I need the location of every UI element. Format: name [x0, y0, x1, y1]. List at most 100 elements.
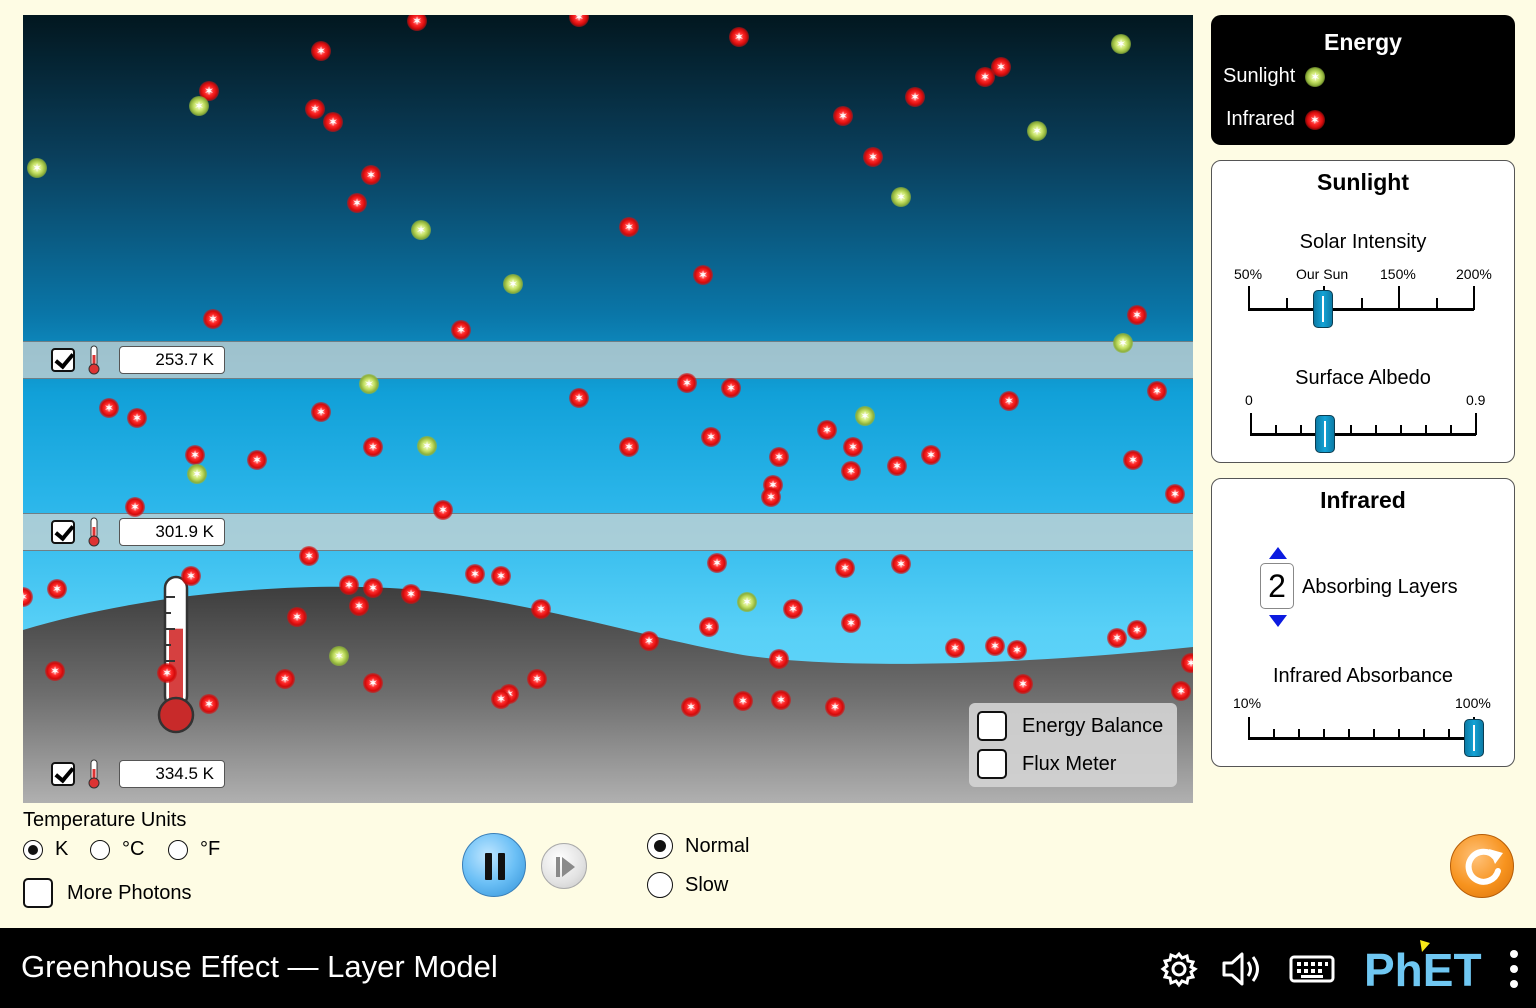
unit-option-k[interactable]: K	[23, 838, 68, 861]
sunlight-photon-icon	[503, 274, 523, 294]
energy-balance-checkbox[interactable]	[977, 711, 1007, 741]
speed-label-slow: Slow	[685, 873, 729, 896]
flux-meter-checkbox[interactable]	[977, 749, 1007, 779]
absorbing-layers-label: Absorbing Layers	[1302, 576, 1458, 598]
kebab-menu-icon[interactable]	[1506, 948, 1522, 992]
phet-logo[interactable]: PhET	[1364, 940, 1496, 992]
sunlight-photon-icon	[891, 187, 911, 207]
sim-options-panel: Energy Balance Flux Meter	[969, 703, 1177, 787]
keyboard-icon[interactable]	[1288, 952, 1336, 986]
infrared-photon-icon	[299, 546, 319, 566]
infrared-photon-icon	[199, 694, 219, 714]
reset-all-button[interactable]	[1450, 834, 1514, 898]
infrared-photon-icon	[99, 398, 119, 418]
surface-temperature-readout: 334.5 K	[119, 760, 225, 788]
pause-icon	[498, 853, 505, 880]
energy-balance-label: Energy Balance	[1022, 714, 1164, 737]
infrared-photon-icon	[157, 663, 177, 683]
sunlight-photon-icon	[359, 374, 379, 394]
phet-logo-text: PhET	[1364, 944, 1482, 992]
infrared-absorbance-track[interactable]	[1248, 737, 1474, 740]
unit-radio-k[interactable]	[23, 839, 43, 860]
speed-radio-slow[interactable]	[647, 872, 673, 898]
infrared-photon-icon	[1127, 305, 1147, 325]
settings-gear-icon[interactable]	[1160, 950, 1198, 988]
legend-sunlight-label: Sunlight	[1223, 65, 1296, 87]
more-photons-checkbox[interactable]	[23, 878, 53, 908]
infrared-photon-icon	[677, 373, 697, 393]
legend-infrared-label: Infrared	[1226, 108, 1295, 130]
thermometer-icon	[88, 759, 100, 789]
infrared-photon-icon	[401, 584, 421, 604]
absorbance-min-label: 10%	[1233, 695, 1262, 711]
slider-tick	[1300, 425, 1302, 435]
slider-tick	[1473, 286, 1475, 310]
infrared-photon-icon	[363, 578, 383, 598]
infrared-photon-icon	[323, 112, 343, 132]
reset-icon	[1465, 848, 1503, 885]
unit-radio-f[interactable]	[168, 839, 188, 860]
sunlight-photon-icon	[27, 158, 47, 178]
slider-tick	[1250, 413, 1252, 435]
infrared-photon-icon	[491, 689, 511, 709]
layer-1-controls: 253.7 K	[51, 345, 225, 375]
sunlight-photon-icon	[1305, 66, 1326, 87]
legend-infrared-row: Infrared	[1226, 108, 1325, 131]
unit-option-f[interactable]: °F	[168, 838, 220, 861]
more-photons-option[interactable]: More Photons	[23, 878, 192, 908]
step-forward-button[interactable]	[541, 843, 587, 889]
infrared-photon-icon	[891, 554, 911, 574]
solar-tick-label: Our Sun	[1296, 266, 1349, 282]
sunlight-photon-icon	[417, 436, 437, 456]
infrared-photon-icon	[693, 265, 713, 285]
layer-1-thermometer-checkbox[interactable]	[51, 348, 75, 372]
speed-radio-normal[interactable]	[647, 833, 673, 859]
infrared-absorbance-thumb[interactable]	[1464, 719, 1484, 757]
pause-button[interactable]	[462, 833, 526, 897]
simulation-play-area: 253.7 K 301.9 K 334.5 K ✶ ✶ ✶ ✶ ✶ ✶ ✶ ✶ …	[23, 15, 1193, 803]
infrared-photon-icon	[527, 669, 547, 689]
thermometer-icon	[88, 517, 100, 547]
layer-2-temperature-readout: 301.9 K	[119, 518, 225, 546]
slider-tick	[1373, 729, 1375, 739]
sunlight-photon-icon	[411, 220, 431, 240]
infrared-photon-icon	[531, 599, 551, 619]
speed-option-slow[interactable]: Slow	[647, 872, 728, 898]
infrared-photon-icon	[361, 165, 381, 185]
albedo-min-label: 0	[1245, 392, 1253, 408]
slider-tick	[1275, 425, 1277, 435]
infrared-photon-icon	[729, 27, 749, 47]
decrement-arrow-icon[interactable]	[1269, 615, 1287, 627]
slider-tick	[1348, 729, 1350, 739]
layer-2-thermometer-checkbox[interactable]	[51, 520, 75, 544]
surface-thermometer-checkbox[interactable]	[51, 762, 75, 786]
absorbing-layers-spinner[interactable]: 2	[1260, 563, 1294, 609]
infrared-photon-icon	[363, 673, 383, 693]
surface-albedo-label: Surface Albedo	[1295, 367, 1431, 389]
sound-speaker-icon[interactable]	[1220, 950, 1268, 988]
energy-balance-option[interactable]: Energy Balance	[977, 711, 1163, 741]
navigation-bar: Greenhouse Effect — Layer Model PhET	[0, 928, 1536, 1008]
infrared-photon-icon	[465, 564, 485, 584]
slider-tick	[1248, 286, 1250, 310]
increment-arrow-icon[interactable]	[1269, 547, 1287, 559]
unit-option-c[interactable]: °C	[90, 838, 144, 861]
sunlight-photon-icon	[1111, 34, 1131, 54]
surface-albedo-track[interactable]	[1250, 433, 1476, 436]
infrared-photon-icon	[491, 566, 511, 586]
infrared-photon-icon	[887, 456, 907, 476]
unit-radio-c[interactable]	[90, 839, 110, 860]
sunlight-photon-icon	[329, 646, 349, 666]
speed-option-normal[interactable]: Normal	[647, 833, 749, 859]
infrared-photon-icon	[287, 607, 307, 627]
flux-meter-option[interactable]: Flux Meter	[977, 749, 1116, 779]
thermometer-icon	[88, 345, 100, 375]
infrared-photon-icon	[699, 617, 719, 637]
slider-tick	[1286, 298, 1288, 310]
solar-intensity-thumb[interactable]	[1313, 290, 1334, 328]
more-photons-label: More Photons	[67, 881, 192, 904]
infrared-photon-icon	[619, 217, 639, 237]
infrared-photon-icon	[771, 690, 791, 710]
surface-albedo-thumb[interactable]	[1315, 415, 1336, 453]
infrared-photon-icon	[23, 587, 33, 607]
